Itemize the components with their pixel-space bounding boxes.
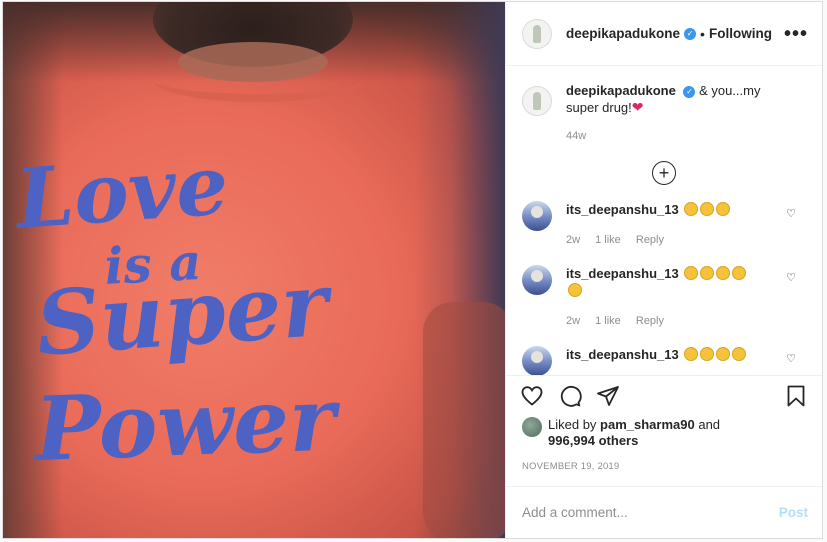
comment-like-heart-icon[interactable]: ♡	[786, 271, 796, 284]
caption: deepikapadukone ✓ & you...my super drug!…	[522, 82, 806, 145]
heart-icon[interactable]	[520, 384, 544, 408]
grin-emoji	[684, 347, 699, 361]
post-photo[interactable]: Love is a Super Power	[3, 2, 505, 538]
comment-body: its_deepanshu_13 2w 1 like Reply	[566, 201, 766, 249]
header-separator: •	[700, 25, 705, 42]
heart-eyes-emoji	[700, 202, 715, 216]
post-date[interactable]: NOVEMBER 19, 2019	[506, 449, 822, 472]
comment-like-heart-icon[interactable]: ♡	[786, 207, 796, 220]
comment-username[interactable]: its_deepanshu_13	[566, 347, 679, 362]
reply-button[interactable]: Reply	[636, 315, 664, 327]
avatar-figure	[533, 92, 541, 110]
comments-section[interactable]: deepikapadukone ✓ & you...my super drug!…	[506, 66, 822, 375]
post-comment-button[interactable]: Post	[779, 505, 808, 520]
verified-badge-icon: ✓	[684, 27, 697, 40]
comment-username[interactable]: its_deepanshu_13	[566, 266, 679, 281]
shirt-line-3: Super	[33, 251, 331, 376]
commenter-avatar[interactable]	[522, 201, 552, 231]
likes-text: Liked by pam_sharma90 and 996,994 others	[548, 417, 720, 449]
commenter-avatar[interactable]	[522, 265, 552, 295]
action-bar	[506, 375, 822, 415]
red-heart-emoji: ❤	[631, 99, 644, 115]
emoji-group	[682, 202, 731, 217]
comment-likes[interactable]: 1 like	[595, 234, 621, 246]
comment-item: its_deepanshu_13 ♡	[522, 346, 806, 375]
comment-meta: 2w 1 like Reply	[566, 232, 766, 249]
grin-emoji	[684, 202, 699, 216]
grin-emoji	[716, 266, 731, 280]
shirt-print: Love is a Super Power	[3, 2, 505, 538]
grin-emoji	[716, 202, 731, 216]
verified-badge-icon: ✓	[683, 85, 696, 98]
following-button[interactable]: Following	[709, 26, 772, 41]
emoji-group	[682, 347, 747, 362]
caption-time[interactable]: 44w	[566, 128, 776, 145]
likes-count[interactable]: 996,994 others	[548, 433, 638, 448]
comment-time[interactable]: 2w	[566, 315, 580, 327]
instagram-post: Love is a Super Power deepikapadukone ✓ …	[2, 1, 823, 539]
load-more-comments-icon[interactable]: +	[652, 161, 676, 185]
comment-item: its_deepanshu_13 2w 1 like Reply ♡	[522, 265, 806, 330]
comment-input[interactable]	[522, 505, 779, 520]
comment-body: its_deepanshu_13 2w 1 like Reply	[566, 265, 766, 330]
comment-like-heart-icon[interactable]: ♡	[786, 352, 796, 365]
author-username[interactable]: deepikapadukone	[566, 26, 680, 41]
liker-username[interactable]: pam_sharma90	[600, 417, 695, 432]
liked-by-label: Liked by	[548, 417, 597, 432]
comment-icon[interactable]	[558, 384, 582, 408]
more-options-icon[interactable]: •••	[784, 24, 808, 44]
bookmark-icon[interactable]	[784, 384, 808, 408]
post-header: deepikapadukone ✓ • Following •••	[506, 2, 822, 66]
caption-username[interactable]: deepikapadukone	[566, 83, 676, 98]
grin-emoji	[716, 347, 731, 361]
comment-item: its_deepanshu_13 2w 1 like Reply ♡	[522, 201, 806, 249]
grin-emoji	[700, 266, 715, 280]
grin-emoji	[700, 347, 715, 361]
grin-emoji	[684, 266, 699, 280]
avatar-figure	[533, 24, 541, 43]
comment-time[interactable]: 2w	[566, 234, 580, 246]
grin-emoji	[732, 266, 747, 280]
shirt-line-4: Power	[33, 366, 338, 481]
post-side-panel: deepikapadukone ✓ • Following ••• deepik…	[505, 2, 822, 538]
grin-emoji	[732, 347, 747, 361]
likes-and: and	[698, 417, 721, 432]
author-avatar[interactable]	[522, 18, 552, 49]
reply-button[interactable]: Reply	[636, 234, 664, 246]
paper-plane-icon[interactable]	[596, 384, 620, 408]
comment-username[interactable]: its_deepanshu_13	[566, 202, 679, 217]
likes-summary: Liked by pam_sharma90 and 996,994 others	[506, 415, 822, 449]
comment-body: its_deepanshu_13	[566, 346, 766, 375]
comment-likes[interactable]: 1 like	[595, 315, 621, 327]
liker-avatar[interactable]	[522, 417, 542, 437]
grin-emoji	[568, 283, 582, 297]
comment-meta: 2w 1 like Reply	[566, 313, 766, 330]
add-comment-bar: Post	[506, 486, 822, 538]
caption-avatar[interactable]	[522, 86, 552, 116]
caption-body: deepikapadukone ✓ & you...my super drug!…	[566, 82, 776, 145]
commenter-avatar[interactable]	[522, 346, 552, 375]
